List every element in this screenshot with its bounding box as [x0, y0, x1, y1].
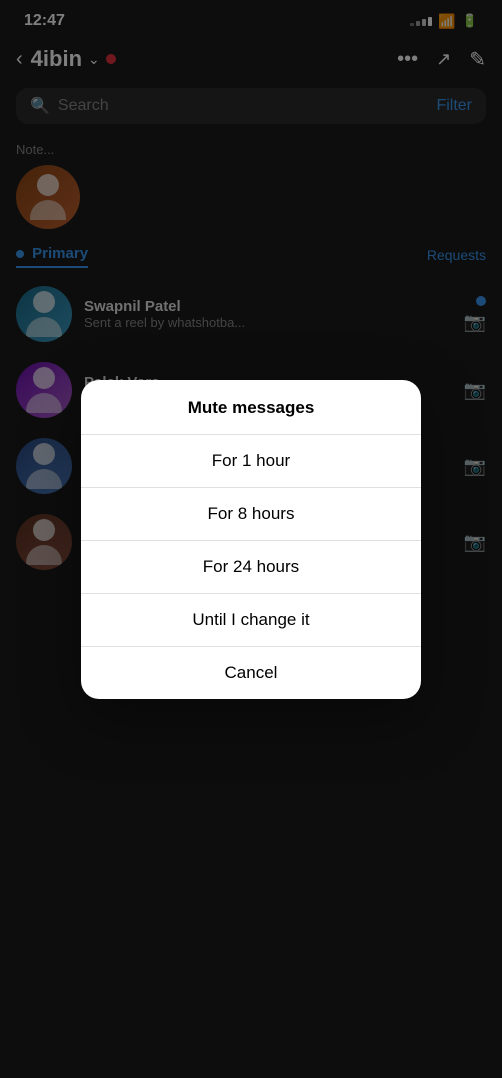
mute-24-hours-option[interactable]: For 24 hours [81, 541, 421, 594]
mute-1-hour-option[interactable]: For 1 hour [81, 435, 421, 488]
cancel-button[interactable]: Cancel [81, 647, 421, 699]
mute-messages-modal: Mute messages For 1 hour For 8 hours For… [81, 380, 421, 699]
mute-8-hours-option[interactable]: For 8 hours [81, 488, 421, 541]
mute-until-change-option[interactable]: Until I change it [81, 594, 421, 647]
modal-title: Mute messages [81, 380, 421, 435]
modal-overlay: Mute messages For 1 hour For 8 hours For… [0, 0, 502, 1078]
